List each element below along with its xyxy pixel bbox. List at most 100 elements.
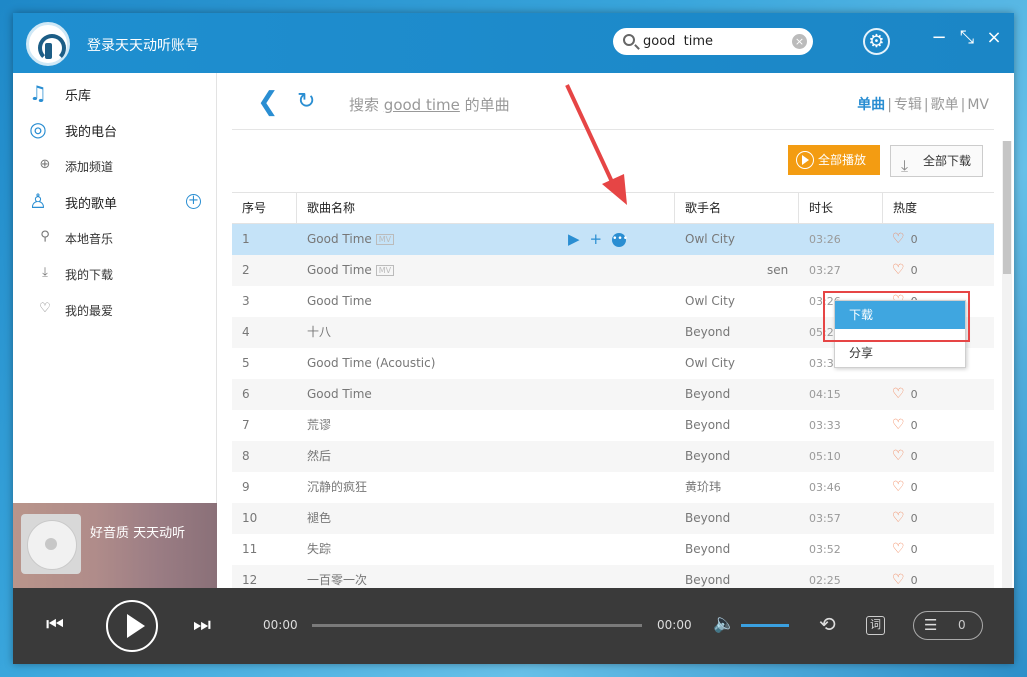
play-icon[interactable]: ▶ (568, 230, 580, 248)
song-name[interactable]: 沉静的疯狂 (307, 472, 557, 503)
column-hot[interactable]: 热度 (882, 193, 994, 223)
artist-name[interactable]: Beyond (685, 534, 795, 565)
song-title[interactable]: Good Time (307, 232, 372, 246)
mv-badge[interactable]: MV (375, 234, 395, 245)
scrollbar-thumb[interactable] (1003, 141, 1011, 274)
play-all-button[interactable]: 全部播放 (788, 145, 880, 175)
context-menu-share[interactable]: 分享 (835, 339, 965, 367)
heart-icon[interactable]: ♡ (892, 262, 905, 278)
song-title[interactable]: Good Time (307, 387, 372, 401)
search-input[interactable] (643, 32, 783, 51)
column-name[interactable]: 歌曲名称 (296, 193, 674, 223)
column-no[interactable]: 序号 (232, 193, 296, 223)
progress-bar[interactable] (312, 624, 642, 627)
tab-songs[interactable]: 单曲 (857, 97, 885, 113)
add-playlist-icon[interactable]: + (186, 194, 201, 209)
add-icon[interactable]: + (590, 230, 603, 248)
song-name[interactable]: 失踪 (307, 534, 557, 565)
song-title[interactable]: 沉静的疯狂 (307, 480, 367, 494)
song-name[interactable]: 然后 (307, 441, 557, 472)
clear-icon[interactable]: × (792, 34, 807, 49)
search-box[interactable]: × (613, 28, 813, 55)
artist-name[interactable]: Owl City (685, 348, 795, 379)
sidebar-item-library[interactable]: ♫ 乐库 (13, 75, 217, 111)
heart-icon[interactable]: ♡ (892, 231, 905, 247)
login-link[interactable]: 登录天天动听账号 (87, 35, 199, 55)
minimize-button[interactable]: − (929, 27, 949, 48)
scrollbar[interactable] (1002, 141, 1012, 588)
artist-name[interactable]: Beyond (685, 503, 795, 534)
volume-slider[interactable] (741, 624, 789, 627)
table-row[interactable]: 6 Good Time Beyond 04:15 ♡ 0 (232, 379, 994, 410)
prev-icon[interactable]: ⏮ (46, 612, 64, 636)
song-title[interactable]: Good Time (Acoustic) (307, 356, 435, 370)
sidebar-item-my-radio[interactable]: ◎ 我的电台 (13, 111, 217, 147)
back-icon[interactable]: ❮ (257, 87, 279, 117)
artist-name[interactable]: Beyond (685, 379, 795, 410)
play-button[interactable] (106, 600, 158, 652)
column-artist[interactable]: 歌手名 (674, 193, 798, 223)
heart-icon[interactable]: ♡ (892, 541, 905, 557)
heart-icon[interactable]: ♡ (892, 572, 905, 588)
song-name[interactable]: Good Time (Acoustic) (307, 348, 557, 379)
more-icon[interactable]: ••• (612, 232, 628, 247)
hot-count: ♡0 (892, 255, 952, 286)
song-name[interactable]: Good Time MV (307, 255, 557, 286)
sidebar-item-my-favorites[interactable]: ♡ 我的最爱 (13, 291, 217, 327)
table-row[interactable]: 11 失踪 Beyond 03:52 ♡ 0 (232, 534, 994, 565)
artist-name[interactable]: 黄玠玮 (685, 472, 795, 503)
song-name[interactable]: Good Time (307, 379, 557, 410)
logo-icon[interactable] (26, 22, 70, 66)
song-title[interactable]: Good Time (307, 294, 372, 308)
sidebar-item-local-music[interactable]: ⚲ 本地音乐 (13, 219, 217, 255)
heart-icon[interactable]: ♡ (892, 448, 905, 464)
queue-button[interactable]: ☰ 0 (913, 611, 983, 640)
heart-icon[interactable]: ♡ (892, 417, 905, 433)
column-duration[interactable]: 时长 (798, 193, 882, 223)
tab-playlists[interactable]: 歌单 (931, 97, 959, 113)
artist-name[interactable]: Beyond (685, 441, 795, 472)
sidebar-item-my-playlists[interactable]: ♙ 我的歌单 + (13, 183, 217, 219)
next-icon[interactable]: ⏭ (193, 612, 211, 636)
sidebar-item-my-downloads[interactable]: ⤓ 我的下载 (13, 255, 217, 291)
artist-name[interactable]: Owl City (685, 286, 795, 317)
table-row[interactable]: 10 褪色 Beyond 03:57 ♡ 0 (232, 503, 994, 534)
song-name[interactable]: 十八 (307, 317, 557, 348)
song-name[interactable]: Good Time (307, 286, 557, 317)
volume-icon[interactable]: 🔈 (713, 613, 735, 634)
table-row[interactable]: 9 沉静的疯狂 黄玠玮 03:46 ♡ 0 (232, 472, 994, 503)
artist-name[interactable]: Beyond (685, 410, 795, 441)
song-title[interactable]: 失踪 (307, 542, 331, 556)
heart-icon[interactable]: ♡ (892, 479, 905, 495)
refresh-icon[interactable]: ↻ (297, 89, 315, 114)
search-icon[interactable] (623, 34, 635, 46)
heart-icon[interactable]: ♡ (892, 510, 905, 526)
promo-banner[interactable]: 好音质 天天动听 (13, 503, 217, 588)
song-name[interactable]: 褪色 (307, 503, 557, 534)
song-title[interactable]: 一百零一次 (307, 573, 367, 587)
tab-albums[interactable]: 专辑 (894, 97, 922, 113)
mv-badge[interactable]: MV (375, 265, 395, 276)
gear-icon[interactable]: ⚙ (863, 28, 890, 55)
song-name[interactable]: 荒谬 (307, 410, 557, 441)
song-title[interactable]: 褪色 (307, 511, 331, 525)
table-row[interactable]: 1 Good Time MV ▶ + ••• Owl City 03:26 ♡ 0 (232, 224, 994, 255)
song-name[interactable]: Good Time MV (307, 224, 557, 255)
song-title[interactable]: Good Time (307, 263, 372, 277)
tab-mv[interactable]: MV (967, 97, 989, 113)
table-row[interactable]: 2 Good Time MV sen 03:27 ♡ 0 (232, 255, 994, 286)
table-row[interactable]: 8 然后 Beyond 05:10 ♡ 0 (232, 441, 994, 472)
restore-button[interactable]: ⤡ (957, 27, 977, 48)
heart-icon[interactable]: ♡ (892, 386, 905, 402)
lyric-button[interactable]: 词 (866, 616, 885, 635)
table-row[interactable]: 7 荒谬 Beyond 03:33 ♡ 0 (232, 410, 994, 441)
artist-name[interactable]: Owl City (685, 224, 795, 255)
loop-icon[interactable]: ⟲ (819, 612, 836, 636)
song-title[interactable]: 十八 (307, 325, 331, 339)
song-title[interactable]: 荒谬 (307, 418, 331, 432)
sidebar-item-add-channel[interactable]: ⊕ 添加频道 (13, 147, 217, 183)
download-all-button[interactable]: ⤓ 全部下载 (890, 145, 983, 177)
song-title[interactable]: 然后 (307, 449, 331, 463)
close-button[interactable]: × (984, 27, 1004, 48)
artist-name[interactable]: Beyond (685, 317, 795, 348)
